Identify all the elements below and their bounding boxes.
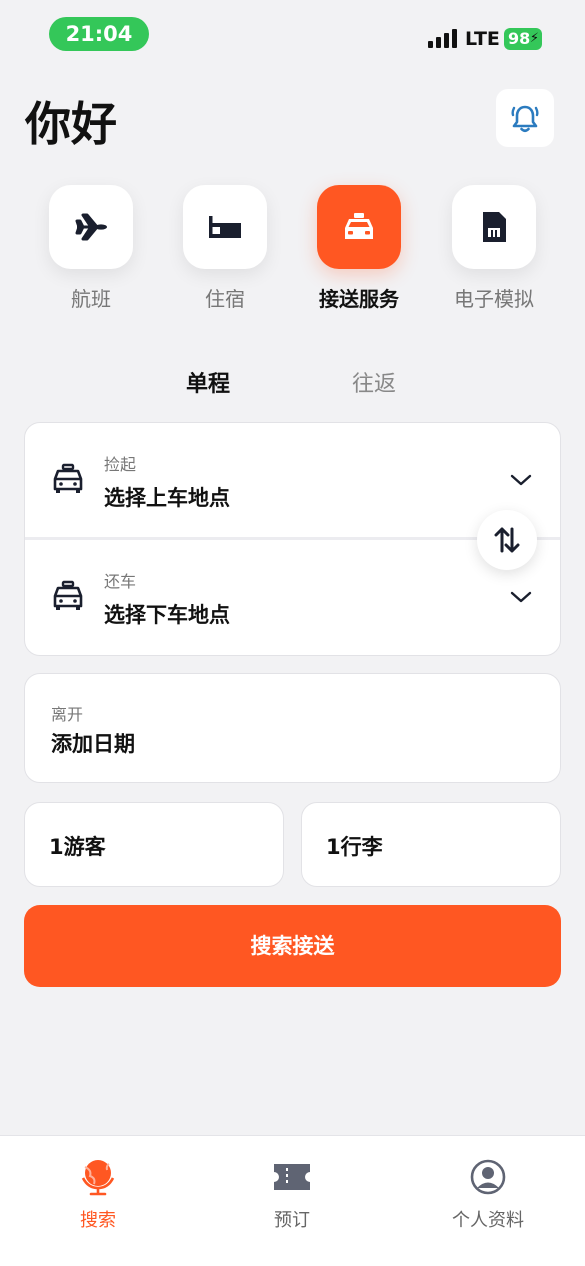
signal-icon [428,28,458,48]
bell-icon [511,105,539,133]
ticket-icon [274,1164,310,1190]
tab-one-way[interactable]: 单程 [186,366,230,398]
battery-level: 98 [508,29,531,48]
luggage-field[interactable]: 1行李 [301,802,561,887]
category-label: 接送服务 [319,287,399,311]
tab-round-trip[interactable]: 往返 [352,366,396,398]
network-label: LTE [465,28,500,50]
category-flights[interactable]: 航班 [49,185,133,311]
departure-value: 添加日期 [51,732,135,756]
profile-icon [470,1159,506,1195]
dropoff-caption: 还车 [104,572,137,591]
nav-label: 预订 [274,1210,310,1231]
nav-label: 搜索 [80,1210,116,1231]
bed-icon [209,216,241,238]
departure-caption: 离开 [51,705,84,724]
chevron-down-icon [510,474,532,486]
status-time: 21:04 [49,17,149,51]
travelers-value: 1游客 [49,835,106,859]
bottom-nav: 搜索 预订 个人资料 [0,1135,585,1266]
nav-label: 个人资料 [452,1210,524,1231]
swap-locations-button[interactable] [477,510,537,570]
category-label: 电子模拟 [454,287,534,311]
category-stays[interactable]: 住宿 [183,185,267,311]
taxi-icon [345,213,373,239]
nav-bookings[interactable]: 预订 [232,1158,352,1232]
dropoff-value: 选择下车地点 [104,603,230,627]
nav-profile[interactable]: 个人资料 [428,1158,548,1232]
car-icon [53,580,83,610]
category-label: 航班 [71,287,111,311]
category-esim[interactable]: 电子模拟 [452,185,536,311]
search-transfers-button[interactable]: 搜索接送 [24,905,561,987]
category-label: 住宿 [205,287,245,311]
swap-arrows-icon [494,527,520,553]
airplane-icon [75,213,107,241]
battery-icon: 98 ⚡ [504,28,542,50]
charging-bolt-icon: ⚡ [529,31,539,46]
travelers-field[interactable]: 1游客 [24,802,284,887]
category-transfers[interactable]: 接送服务 [317,185,401,311]
globe-icon [81,1160,115,1196]
pickup-field[interactable]: 捡起 选择上车地点 [25,423,560,539]
nav-search[interactable]: 搜索 [38,1158,158,1232]
status-bar: 21:04 LTE 98 ⚡ [0,0,585,70]
pickup-value: 选择上车地点 [104,486,230,510]
luggage-value: 1行李 [326,835,383,859]
dropoff-field[interactable]: 还车 选择下车地点 [25,540,560,656]
page-title: 你好 [25,97,117,151]
pickup-caption: 捡起 [104,455,137,474]
car-icon [53,463,83,493]
notifications-button[interactable] [496,89,554,147]
sim-card-icon [483,212,506,242]
chevron-down-icon [510,591,532,603]
departure-date-field[interactable]: 离开 添加日期 [24,673,561,783]
